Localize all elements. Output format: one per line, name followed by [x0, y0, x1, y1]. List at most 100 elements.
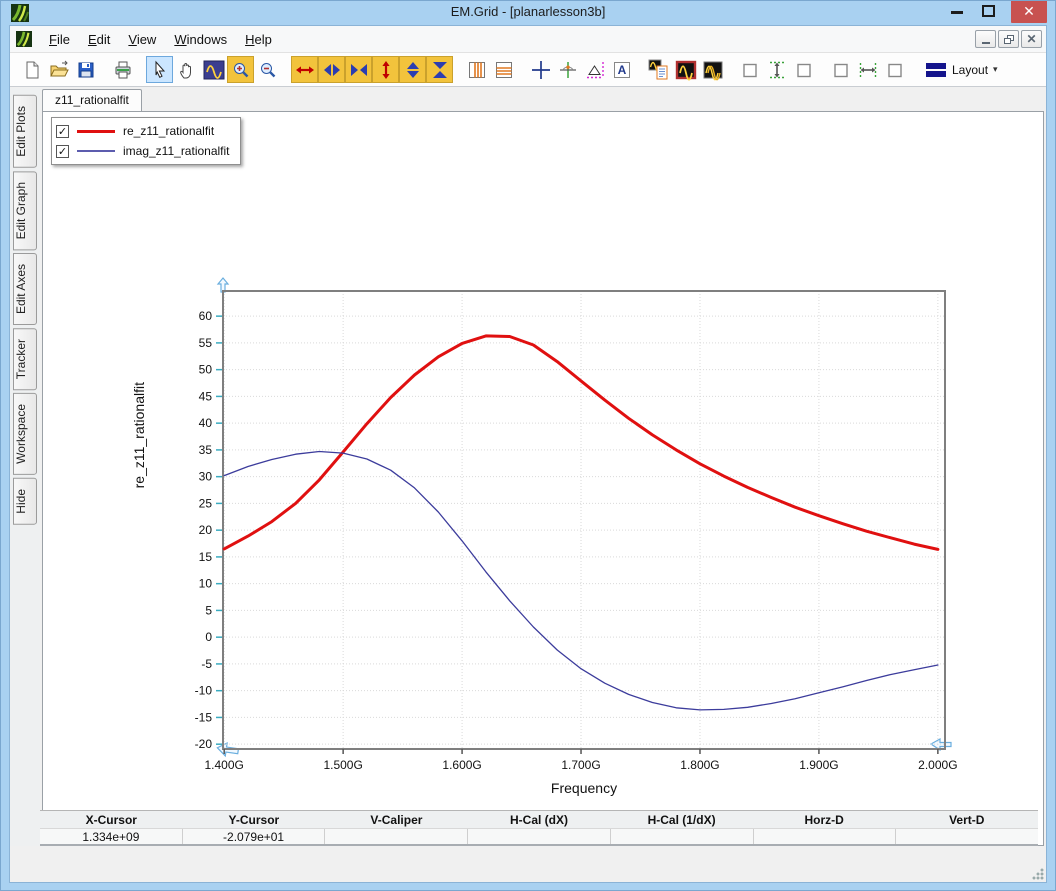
- y-tick-label: 50: [199, 363, 213, 377]
- document-panel: z11_rationalfit ✓re_z11_rationalfit✓imag…: [40, 88, 1044, 846]
- crosshair-button[interactable]: [527, 56, 554, 83]
- vertical-markers-button[interactable]: [463, 56, 490, 83]
- fit-y-in-button[interactable]: [426, 56, 453, 83]
- mdi-minimize-button[interactable]: [975, 30, 996, 48]
- resize-grip[interactable]: [1032, 868, 1044, 880]
- legend-label: imag_z11_rationalfit: [123, 144, 230, 158]
- status-col-value: [896, 829, 1038, 844]
- y-tick-label: 55: [199, 336, 213, 350]
- chevron-down-icon: ▾: [993, 64, 998, 75]
- plot-border: [223, 291, 945, 749]
- menu-items: FileEditViewWindowsHelp: [40, 28, 281, 51]
- plot-frame-button[interactable]: [672, 56, 699, 83]
- pan-tool-button[interactable]: [173, 56, 200, 83]
- print-button[interactable]: [109, 56, 136, 83]
- marker-box-button[interactable]: [881, 56, 908, 83]
- legend-line-sample: [77, 150, 115, 152]
- marker-box-button[interactable]: [827, 56, 854, 83]
- sidebar-tab-edit-plots[interactable]: Edit Plots: [13, 95, 37, 168]
- status-value-row: 1.334e+09-2.079e+01: [40, 829, 1038, 846]
- status-header-row: X-CursorY-CursorV-CaliperH-Cal (dX)H-Cal…: [40, 811, 1038, 829]
- overlay-plots-button[interactable]: [699, 56, 726, 83]
- fit-x-out-button[interactable]: [318, 56, 345, 83]
- sidebar: Edit Plots Edit Graph Edit Axes Tracker Work…: [10, 88, 40, 846]
- status-col-header: Vert-D: [895, 811, 1038, 828]
- y-tick-label: 45: [199, 389, 213, 403]
- align-horizontal-button[interactable]: [854, 56, 881, 83]
- menu-bar: FileEditViewWindowsHelp ✕: [10, 26, 1046, 53]
- caliper-triangle-button[interactable]: [581, 56, 608, 83]
- legend-checkbox[interactable]: ✓: [56, 125, 69, 138]
- toolbar: A Layout ▾: [10, 53, 1046, 87]
- legend-entry: ✓ imag_z11_rationalfit: [56, 141, 230, 161]
- mdi-restore-button[interactable]: [998, 30, 1019, 48]
- y-tick-label: 60: [199, 309, 213, 323]
- zoom-out-button[interactable]: [254, 56, 281, 83]
- x-tick-label: 1.400G: [205, 758, 244, 772]
- y-tick-label: 5: [205, 603, 212, 617]
- status-col-header: Horz-D: [753, 811, 896, 828]
- marker-box-button[interactable]: [790, 56, 817, 83]
- layout-label: Layout: [952, 63, 988, 77]
- sidebar-tab-workspace[interactable]: Workspace: [13, 393, 37, 475]
- x-tick-label: 2.000G: [918, 758, 957, 772]
- title-bar[interactable]: EM.Grid - [planarlesson3b] ✕: [1, 1, 1055, 25]
- tab-z11-rationalfit[interactable]: z11_rationalfit: [42, 89, 142, 111]
- x-axis-label: Frequency: [551, 780, 617, 796]
- menu-view[interactable]: View: [119, 28, 165, 51]
- menu-windows[interactable]: Windows: [165, 28, 236, 51]
- sidebar-tab-hide[interactable]: Hide: [13, 478, 37, 525]
- x-tick-label: 1.600G: [442, 758, 481, 772]
- zoom-in-button[interactable]: [227, 56, 254, 83]
- expand-y-button[interactable]: [372, 56, 399, 83]
- status-col-header: V-Caliper: [325, 811, 468, 828]
- plot-canvas[interactable]: -20-15-10-50510152025303540455055601.400…: [115, 274, 965, 804]
- sidebar-tab-edit-axes[interactable]: Edit Axes: [13, 253, 37, 325]
- y-tick-label: 20: [199, 523, 213, 537]
- legend-checkbox[interactable]: ✓: [56, 145, 69, 158]
- mdi-close-button[interactable]: ✕: [1021, 30, 1042, 48]
- app-window: EM.Grid - [planarlesson3b] ✕ FileEditVie…: [0, 0, 1056, 891]
- fit-x-in-button[interactable]: [345, 56, 372, 83]
- copy-plot-button[interactable]: [645, 56, 672, 83]
- zoom-region-button[interactable]: [200, 56, 227, 83]
- open-file-button[interactable]: [45, 56, 72, 83]
- y-tick-label: 0: [205, 630, 212, 644]
- legend-box[interactable]: ✓re_z11_rationalfit✓imag_z11_rationalfit: [51, 117, 241, 165]
- maximize-button[interactable]: [982, 5, 995, 17]
- tab-bar: z11_rationalfit: [40, 88, 1044, 111]
- minimize-button[interactable]: [951, 11, 963, 14]
- status-col-value: 1.334e+09: [40, 829, 183, 844]
- save-button[interactable]: [72, 56, 99, 83]
- new-file-button[interactable]: [18, 56, 45, 83]
- y-tick-label: 10: [199, 577, 213, 591]
- close-button[interactable]: ✕: [1011, 1, 1047, 23]
- horizontal-markers-button[interactable]: [490, 56, 517, 83]
- text-annotation-button[interactable]: A: [608, 56, 635, 83]
- menu-edit[interactable]: Edit: [79, 28, 119, 51]
- sidebar-tab-edit-graph[interactable]: Edit Graph: [13, 171, 37, 250]
- app-logo-small-icon: [16, 31, 32, 47]
- y-tick-label: -15: [195, 710, 213, 724]
- fit-y-out-button[interactable]: [399, 56, 426, 83]
- x-tick-label: 1.700G: [561, 758, 600, 772]
- y-tick-label: -20: [195, 737, 213, 751]
- legend-entry: ✓re_z11_rationalfit: [56, 121, 230, 141]
- tracker-cursor-button[interactable]: [554, 56, 581, 83]
- menu-file[interactable]: File: [40, 28, 79, 51]
- svg-text:A: A: [617, 63, 626, 77]
- layout-menu-button[interactable]: Layout ▾: [918, 58, 1005, 82]
- legend-line-sample: [77, 130, 115, 133]
- y-tick-label: -10: [195, 684, 213, 698]
- sidebar-tab-tracker[interactable]: Tracker: [13, 328, 37, 390]
- axis-marker-top-icon: [218, 278, 228, 292]
- cursor-status-table: X-CursorY-CursorV-CaliperH-Cal (dX)H-Cal…: [40, 810, 1038, 846]
- plot-panel[interactable]: ✓re_z11_rationalfit✓imag_z11_rationalfit…: [42, 111, 1044, 846]
- marker-box-button[interactable]: [736, 56, 763, 83]
- y-tick-label: 15: [199, 550, 213, 564]
- select-tool-button[interactable]: [146, 56, 173, 83]
- expand-x-button[interactable]: [291, 56, 318, 83]
- align-vertical-button[interactable]: [763, 56, 790, 83]
- menu-help[interactable]: Help: [236, 28, 281, 51]
- y-tick-label: 40: [199, 416, 213, 430]
